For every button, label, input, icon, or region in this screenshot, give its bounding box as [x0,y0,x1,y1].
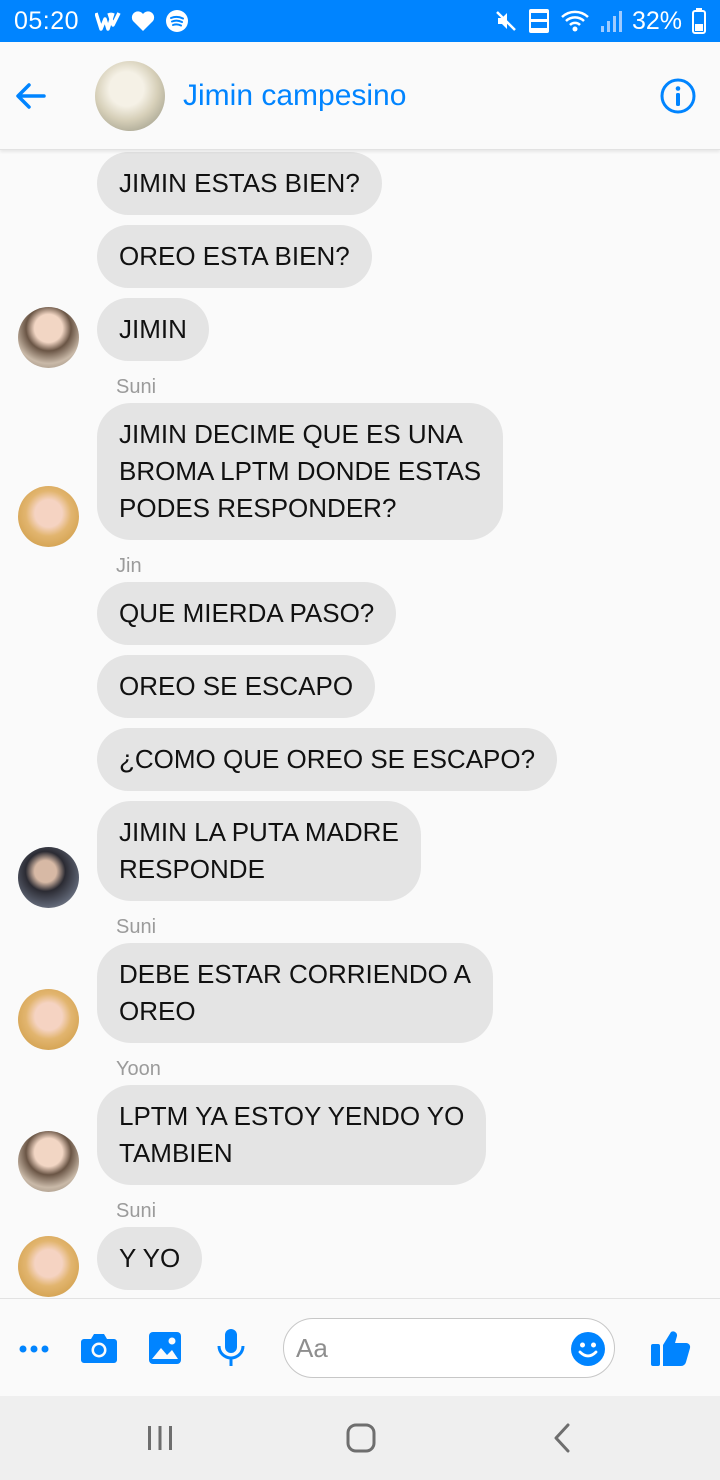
sender-name: Yoon [116,1058,161,1080]
home-icon [346,1423,376,1453]
message-input-box[interactable] [283,1318,615,1378]
message-bubble[interactable]: Y YO [97,1227,203,1290]
sender-avatar[interactable] [18,1131,79,1192]
signal-icon [600,9,622,33]
emoji-button[interactable] [570,1331,606,1367]
sender-avatar[interactable] [18,1236,79,1297]
recent-apps-button[interactable] [130,1418,190,1458]
message-bubble[interactable]: QUE MIERDA PASO? [97,582,397,645]
more-dots-icon [19,1345,49,1353]
like-button[interactable] [648,1325,694,1371]
message-bubble[interactable]: OREO SE ESCAPO [97,655,376,718]
emoji-icon [571,1332,605,1366]
message-bubble[interactable]: LPTM YA ESTOY YENDO YO TAMBIEN [97,1085,487,1185]
volte-wifi-icon [528,8,550,34]
microphone-icon [217,1329,245,1366]
system-status: 32% [494,7,706,36]
message-composer [0,1298,720,1396]
sender-name: Suni [116,1200,157,1222]
sender-name: Suni [116,916,157,938]
sender-name: Suni [116,376,157,398]
system-navigation-bar [0,1396,720,1480]
status-bar: 05:20 32% [0,0,720,42]
spotify-icon [165,9,189,33]
wattpad-icon [95,11,121,31]
info-button[interactable] [658,76,698,116]
back-button[interactable] [1,66,61,126]
contact-name[interactable]: Jimin campesino [183,79,406,113]
message-bubble[interactable]: OREO ESTA BIEN? [97,225,372,288]
message-bubble[interactable]: JIMIN LA PUTA MADRE RESPONDE [97,801,421,901]
message-input[interactable] [296,1329,556,1367]
sender-avatar[interactable] [18,847,79,908]
battery-icon [692,8,706,34]
message-bubble[interactable]: JIMIN [97,298,209,361]
status-time: 05:20 [14,6,80,35]
sender-name: Jin [116,555,142,577]
sender-avatar[interactable] [18,307,79,368]
message-bubble[interactable]: DEBE ESTAR CORRIENDO A OREO [97,943,494,1043]
thumbs-up-icon [651,1331,691,1367]
message-bubble[interactable]: JIMIN ESTAS BIEN? [97,152,382,215]
arrow-left-icon [16,82,46,109]
camera-button[interactable] [78,1327,120,1369]
mute-icon [494,9,518,33]
contact-avatar[interactable] [95,60,165,131]
wifi-icon [560,9,590,33]
more-button[interactable] [14,1329,54,1369]
chevron-left-icon [554,1423,570,1453]
messenger-chat-screen: 05:20 32% Jimin campesino JIMIN ESTAS BI… [0,0,720,1480]
conversation-header: Jimin campesino [0,42,720,150]
camera-icon [81,1334,117,1363]
heart-icon [131,10,155,32]
voice-button[interactable] [210,1325,252,1371]
battery-percent: 32% [631,6,682,35]
info-icon [660,78,696,113]
gallery-button[interactable] [144,1327,186,1369]
message-bubble[interactable]: ¿COMO QUE OREO SE ESCAPO? [97,728,558,791]
recent-apps-icon [148,1426,172,1450]
message-list[interactable]: JIMIN ESTAS BIEN? OREO ESTA BIEN? JIMIN … [0,150,720,1298]
image-icon [149,1332,181,1364]
home-button[interactable] [331,1418,391,1458]
sender-avatar[interactable] [18,486,79,547]
notification-icons [95,9,189,33]
sender-avatar[interactable] [18,989,79,1050]
message-bubble[interactable]: JIMIN DECIME QUE ES UNA BROMA LPTM DONDE… [97,403,504,540]
back-nav-button[interactable] [532,1418,592,1458]
